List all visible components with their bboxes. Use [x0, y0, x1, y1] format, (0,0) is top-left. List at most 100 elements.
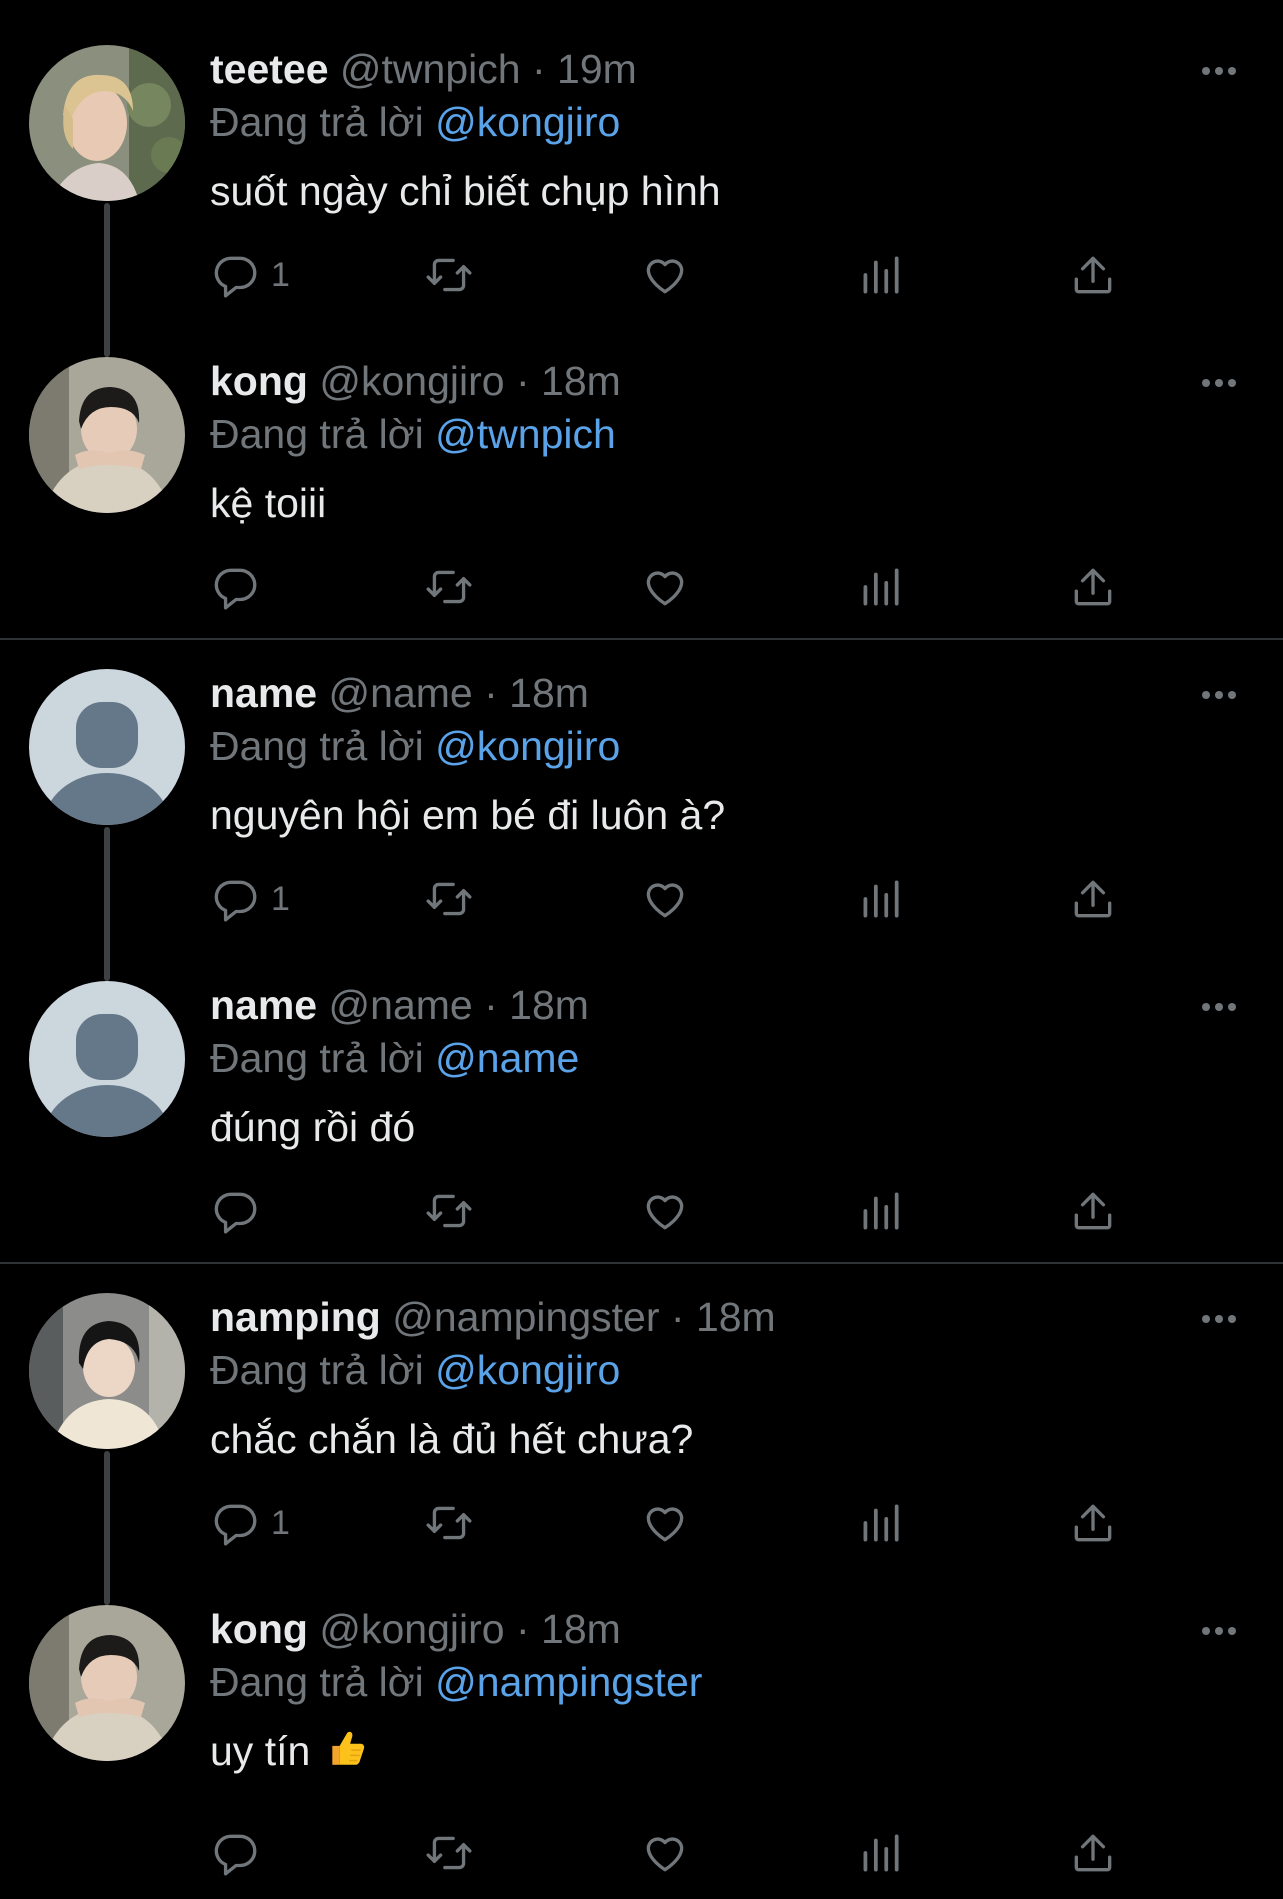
avatar[interactable]	[29, 1605, 185, 1761]
share-button[interactable]	[1068, 1828, 1118, 1878]
tweet[interactable]: name @name · 18m Đang trả lời @kongjiro …	[0, 624, 1283, 981]
retweet-button[interactable]	[424, 250, 474, 300]
reply-icon	[214, 256, 257, 298]
handle[interactable]: @kongjiro	[319, 1606, 504, 1652]
more-button[interactable]	[1198, 1616, 1240, 1646]
avatar[interactable]	[29, 45, 185, 201]
retweet-button[interactable]	[424, 1498, 474, 1548]
timestamp[interactable]: 18m	[541, 358, 621, 404]
tweet[interactable]: kong @kongjiro · 18m Đang trả lời @nampi…	[0, 1560, 1283, 1876]
display-name[interactable]: teetee	[210, 46, 329, 92]
handle[interactable]: @nampingster	[392, 1294, 659, 1340]
views-icon	[863, 568, 899, 606]
tweet[interactable]: namping @nampingster · 18m Đang trả lời …	[0, 1248, 1283, 1605]
more-button[interactable]	[1198, 680, 1240, 710]
views-button[interactable]	[855, 1186, 905, 1236]
like-button[interactable]	[640, 1186, 690, 1236]
avatar[interactable]	[29, 669, 185, 825]
timestamp[interactable]: 18m	[509, 670, 589, 716]
avatar[interactable]	[29, 981, 185, 1137]
share-button[interactable]	[1068, 1186, 1118, 1236]
mention-link[interactable]: @kongjiro	[435, 1347, 620, 1393]
display-name[interactable]: name	[210, 982, 317, 1028]
reply-icon	[214, 1504, 257, 1546]
more-icon	[1202, 67, 1236, 75]
share-button[interactable]	[1068, 1498, 1118, 1548]
handle[interactable]: @name	[329, 982, 473, 1028]
more-button[interactable]	[1198, 992, 1240, 1022]
reply-count: 1	[271, 1503, 290, 1542]
mention-link[interactable]: @twnpich	[435, 411, 616, 457]
handle[interactable]: @name	[329, 670, 473, 716]
share-icon	[1074, 880, 1112, 918]
photo-avatar-icon	[29, 45, 185, 201]
mention-link[interactable]: @nampingster	[435, 1659, 702, 1705]
tweet-text: nguyên hội em bé đi luôn à?	[210, 792, 726, 838]
timestamp[interactable]: 18m	[696, 1294, 776, 1340]
display-name[interactable]: kong	[210, 358, 308, 404]
like-button[interactable]	[640, 562, 690, 612]
thumbs-up-icon	[326, 1727, 368, 1782]
views-button[interactable]	[855, 874, 905, 924]
reply-button[interactable]: 1	[211, 874, 290, 924]
retweet-button[interactable]	[424, 874, 474, 924]
retweet-icon	[426, 882, 472, 916]
tweet[interactable]: teetee @twnpich · 19m Đang trả lời @kong…	[0, 0, 1283, 357]
tweet-text: suốt ngày chỉ biết chụp hình	[210, 168, 721, 214]
handle[interactable]: @kongjiro	[319, 358, 504, 404]
handle[interactable]: @twnpich	[340, 46, 521, 92]
timestamp[interactable]: 18m	[541, 1606, 621, 1652]
reply-context: Đang trả lời @kongjiro	[210, 720, 620, 772]
views-icon	[863, 256, 899, 294]
photo-avatar-icon	[29, 357, 185, 513]
display-name[interactable]: kong	[210, 1606, 308, 1652]
mention-link[interactable]: @kongjiro	[435, 99, 620, 145]
mention-link[interactable]: @kongjiro	[435, 723, 620, 769]
display-name[interactable]: namping	[210, 1294, 381, 1340]
tweet[interactable]: name @name · 18m Đang trả lời @name đúng…	[0, 936, 1283, 1248]
dot-separator: ·	[515, 1606, 530, 1652]
avatar[interactable]	[29, 1293, 185, 1449]
reply-context: Đang trả lời @twnpich	[210, 408, 616, 460]
reply-prefix: Đang trả lời	[210, 1035, 424, 1081]
like-button[interactable]	[640, 1828, 690, 1878]
views-button[interactable]	[855, 250, 905, 300]
timestamp[interactable]: 19m	[557, 46, 637, 92]
like-button[interactable]	[640, 874, 690, 924]
avatar[interactable]	[29, 357, 185, 513]
more-button[interactable]	[1198, 368, 1240, 398]
share-button[interactable]	[1068, 562, 1118, 612]
retweet-button[interactable]	[424, 1828, 474, 1878]
tweet-header: kong @kongjiro · 18m	[210, 355, 621, 407]
share-button[interactable]	[1068, 250, 1118, 300]
views-button[interactable]	[855, 562, 905, 612]
retweet-button[interactable]	[424, 1186, 474, 1236]
more-button[interactable]	[1198, 56, 1240, 86]
like-icon	[646, 1837, 684, 1872]
mention-link[interactable]: @name	[435, 1035, 579, 1081]
timestamp[interactable]: 18m	[509, 982, 589, 1028]
like-icon	[646, 259, 684, 294]
reply-button[interactable]	[211, 1186, 271, 1236]
share-icon	[1074, 256, 1112, 294]
like-button[interactable]	[640, 250, 690, 300]
views-icon	[863, 880, 899, 918]
share-button[interactable]	[1068, 874, 1118, 924]
more-button[interactable]	[1198, 1304, 1240, 1334]
like-button[interactable]	[640, 1498, 690, 1548]
share-icon	[1074, 1192, 1112, 1230]
tweet-header: name @name · 18m	[210, 667, 589, 719]
reply-button[interactable]	[211, 1828, 271, 1878]
reply-button[interactable]	[211, 562, 271, 612]
reply-button[interactable]: 1	[211, 250, 290, 300]
tweet-text: kệ toiii	[210, 480, 327, 526]
reply-button[interactable]: 1	[211, 1498, 290, 1548]
views-button[interactable]	[855, 1828, 905, 1878]
photo-avatar-icon	[29, 1605, 185, 1761]
retweet-button[interactable]	[424, 562, 474, 612]
display-name[interactable]: name	[210, 670, 317, 716]
views-icon	[863, 1834, 899, 1872]
views-icon	[863, 1504, 899, 1542]
views-button[interactable]	[855, 1498, 905, 1548]
tweet[interactable]: kong @kongjiro · 18m Đang trả lời @twnpi…	[0, 312, 1283, 624]
